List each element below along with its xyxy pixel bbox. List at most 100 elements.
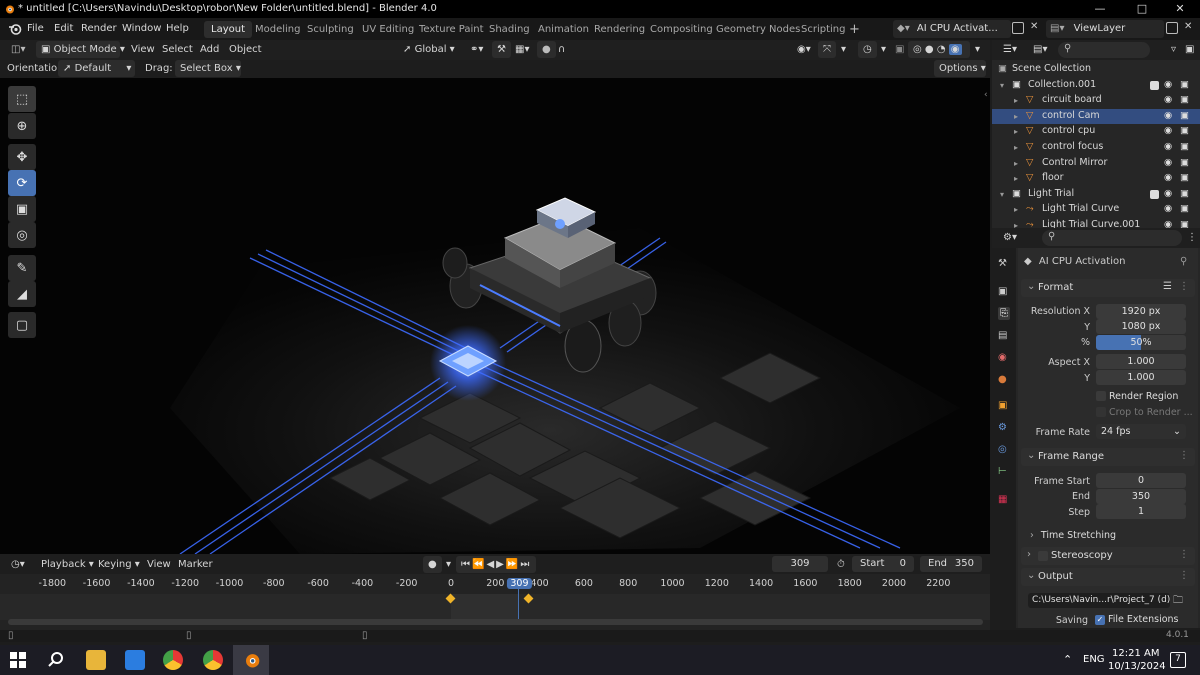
store-icon[interactable] (125, 650, 145, 670)
view-layer-selector[interactable]: ▤▾ ViewLayer (1046, 20, 1164, 38)
tray-chevron-icon[interactable]: ⌃ (1063, 653, 1072, 666)
menu-view[interactable]: View (126, 41, 160, 58)
transform-orientation-dropdown[interactable]: ➚ Global ▾ (398, 41, 460, 58)
scene-tab-icon[interactable]: ◉ (998, 352, 1007, 363)
outliner-item[interactable]: ▸ ▽ circuit board ◉ ▣ (992, 93, 1200, 109)
delete-view-layer-icon[interactable]: ✕ (1184, 21, 1192, 32)
drag-dropdown[interactable]: Select Box ▾ (175, 60, 241, 77)
file-extensions-checkbox[interactable]: ✓ (1095, 615, 1105, 625)
next-keyframe-icon[interactable]: ⏩ (506, 559, 520, 570)
camera-render-icon[interactable]: ▣ (1180, 79, 1189, 90)
outliner-item[interactable]: ▸ ⤳ Light Trial Curve ◉ ▣ (992, 202, 1200, 218)
menu-help[interactable]: Help (166, 23, 189, 34)
scale-tool[interactable]: ▣ (8, 196, 36, 222)
drag-handle-icon[interactable]: ⋮ (1179, 549, 1189, 560)
time-stretching-subpanel[interactable]: › Time Stretching (1030, 530, 1116, 541)
eye-icon[interactable]: ◉ (1164, 110, 1172, 121)
jump-end-icon[interactable]: ⏭ (520, 559, 531, 570)
tab-geometry-nodes[interactable]: Geometry Nodes (709, 21, 807, 38)
material-shading-icon[interactable]: ◔ (937, 44, 946, 55)
mode-dropdown[interactable]: ▣ Object Mode ▾ (36, 41, 125, 58)
rotate-tool[interactable]: ⟳ (8, 170, 36, 196)
camera-render-icon[interactable]: ▣ (1180, 110, 1189, 121)
resolution-percent-slider[interactable]: 50% (1096, 335, 1186, 350)
object-tab-icon[interactable]: ▣ (998, 400, 1007, 411)
start-frame-field[interactable]: Start 0 (852, 556, 914, 572)
outliner-item[interactable]: ▸ ▽ control Cam ◉ ▣ (992, 108, 1200, 125)
exclude-checkbox[interactable] (1150, 189, 1159, 199)
timeline-scrollbar[interactable] (8, 619, 983, 625)
options-dropdown[interactable]: Options ▾ (934, 60, 986, 77)
close-window-button[interactable]: ✕ (1160, 0, 1200, 18)
solid-shading-icon[interactable]: ● (925, 44, 934, 55)
view-layer-tab-icon[interactable]: ▤ (998, 330, 1007, 341)
shading-dropdown-icon[interactable]: ▾ (970, 41, 985, 58)
menu-add[interactable]: Add (195, 41, 224, 58)
exclude-checkbox[interactable] (1150, 80, 1159, 90)
expand-arrow-icon[interactable]: ▸ (1014, 143, 1018, 152)
annotate-tool[interactable]: ✎ (8, 255, 36, 281)
end-frame-field[interactable]: End 350 (920, 556, 982, 572)
blender-taskbar-button[interactable] (233, 645, 269, 675)
expand-arrow-icon[interactable]: ▸ (1014, 159, 1018, 168)
clock-time[interactable]: 12:21 AM (1112, 648, 1159, 659)
expand-arrow-icon[interactable]: ▸ (1014, 96, 1018, 105)
world-tab-icon[interactable]: ● (998, 374, 1007, 385)
wireframe-shading-icon[interactable]: ◎ (913, 44, 922, 55)
expand-arrow-icon[interactable]: ▾ (1000, 81, 1004, 90)
tab-sculpting[interactable]: Sculpting (300, 21, 361, 38)
expand-arrow-icon[interactable]: ▸ (1014, 127, 1018, 136)
render-tab-icon[interactable]: ▣ (998, 286, 1007, 297)
outliner-editor-icon[interactable]: ☰▾ (998, 41, 1022, 58)
eye-icon[interactable]: ◉ (1164, 203, 1172, 214)
visibility-icon[interactable]: ◉▾ (792, 41, 816, 58)
stereoscopy-checkbox[interactable] (1038, 551, 1048, 561)
eye-icon[interactable]: ◉ (1164, 125, 1172, 136)
tab-texture-paint[interactable]: Texture Paint (412, 21, 491, 38)
eye-icon[interactable]: ◉ (1164, 79, 1172, 90)
outliner-item[interactable]: ▸ ▽ control focus ◉ ▣ (992, 140, 1200, 156)
add-workspace-icon[interactable]: + (842, 21, 867, 38)
frame-start-field[interactable]: 0 (1096, 473, 1186, 488)
outliner-search-input[interactable]: ⚲ (1058, 42, 1150, 58)
eye-icon[interactable]: ◉ (1164, 157, 1172, 168)
current-frame-field[interactable]: 309 (772, 556, 828, 572)
camera-render-icon[interactable]: ▣ (1180, 141, 1189, 152)
sidebar-toggle-icon[interactable]: ‹ (984, 90, 988, 100)
menu-file[interactable]: File (27, 23, 44, 34)
menu-window[interactable]: Window (122, 23, 161, 34)
camera-render-icon[interactable]: ▣ (1180, 125, 1189, 136)
eye-icon[interactable]: ◉ (1164, 172, 1172, 183)
resolution-y-field[interactable]: 1080 px (1096, 319, 1186, 334)
select-box-tool[interactable]: ⬚ (8, 86, 36, 112)
xray-toggle-icon[interactable]: ▣ (890, 41, 909, 58)
properties-search-input[interactable]: ⚲ (1042, 230, 1182, 246)
camera-render-icon[interactable]: ▣ (1180, 157, 1189, 168)
falloff-icon[interactable]: ∩ (553, 41, 570, 58)
tab-shading[interactable]: Shading (482, 21, 537, 38)
crop-checkbox[interactable] (1096, 407, 1106, 417)
play-icon[interactable]: ▶ (496, 559, 506, 570)
modifier-tab-icon[interactable]: ⚙ (998, 422, 1007, 433)
minimize-button[interactable]: — (1080, 0, 1120, 18)
gizmo-toggle-icon[interactable]: ⤧ (818, 41, 836, 58)
stereoscopy-panel-header[interactable]: › Stereoscopy ⋮ (1021, 547, 1195, 565)
display-mode-icon[interactable]: ▤▾ (1028, 41, 1052, 58)
tab-modeling[interactable]: Modeling (248, 21, 308, 38)
drag-handle-icon[interactable]: ⋮ (1179, 281, 1189, 292)
tab-layout[interactable]: Layout (204, 21, 252, 38)
file-explorer-icon[interactable] (86, 650, 106, 670)
stopwatch-icon[interactable]: ⏱ (832, 556, 850, 573)
new-scene-icon[interactable] (1012, 22, 1024, 34)
object-data-tab-icon[interactable]: ⊢ (998, 466, 1007, 477)
tool-tab-icon[interactable]: ⚒ (998, 258, 1007, 269)
expand-arrow-icon[interactable]: ▸ (1014, 205, 1018, 214)
marker-menu[interactable]: Marker (173, 556, 218, 573)
delete-scene-icon[interactable]: ✕ (1030, 21, 1038, 32)
camera-render-icon[interactable]: ▣ (1180, 203, 1189, 214)
aspect-x-field[interactable]: 1.000 (1096, 354, 1186, 369)
expand-arrow-icon[interactable]: ▸ (1014, 112, 1018, 121)
record-icon[interactable]: ● (423, 556, 442, 573)
outliner-item[interactable]: ▸ ▽ Control Mirror ◉ ▣ (992, 156, 1200, 172)
new-view-layer-icon[interactable] (1166, 22, 1178, 34)
